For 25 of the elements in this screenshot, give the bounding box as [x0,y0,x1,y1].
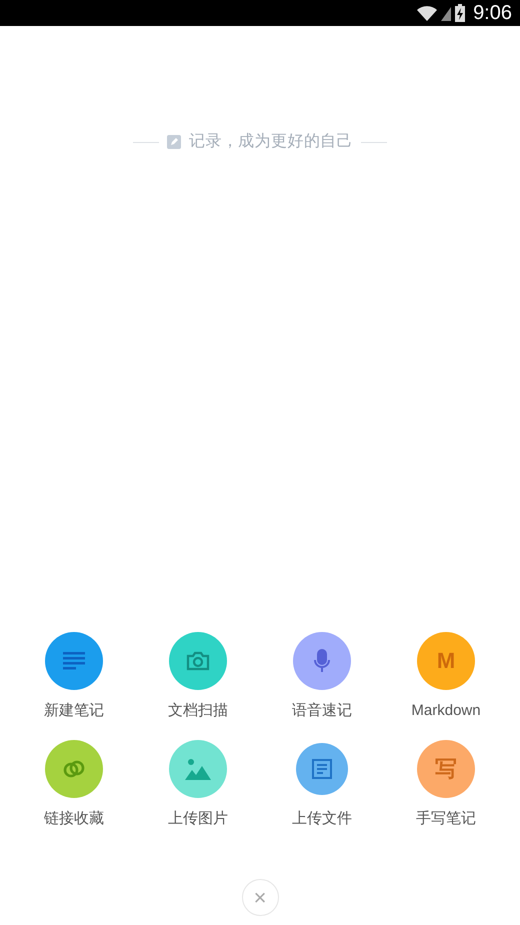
signal-icon [441,5,452,21]
action-label: 上传图片 [168,809,228,829]
action-label: 链接收藏 [44,809,104,829]
camera-icon [186,651,210,671]
action-label: 上传文件 [292,809,352,829]
document-icon [312,759,332,779]
action-button[interactable] [296,743,348,795]
close-button[interactable]: × [242,879,278,916]
image-icon [185,758,211,780]
lines-icon [63,652,85,670]
battery-icon [455,4,466,22]
status-time: 9:06 [473,1,512,26]
glyph-icon: 写 [435,758,457,780]
note-icon [167,135,181,149]
glyph-icon: M [436,650,456,672]
action-label: 文档扫描 [168,701,228,721]
wifi-icon [417,5,438,21]
action-button[interactable]: 写 [417,740,475,798]
microphone-icon [313,649,331,673]
action-label: Markdown [411,701,481,721]
tagline: 记录，成为更好的自己 [189,132,353,152]
action-button[interactable]: M [417,632,475,690]
action-label: 语音速记 [292,701,352,721]
action-label: 新建笔记 [44,701,104,721]
action-label: 手写笔记 [416,809,476,829]
